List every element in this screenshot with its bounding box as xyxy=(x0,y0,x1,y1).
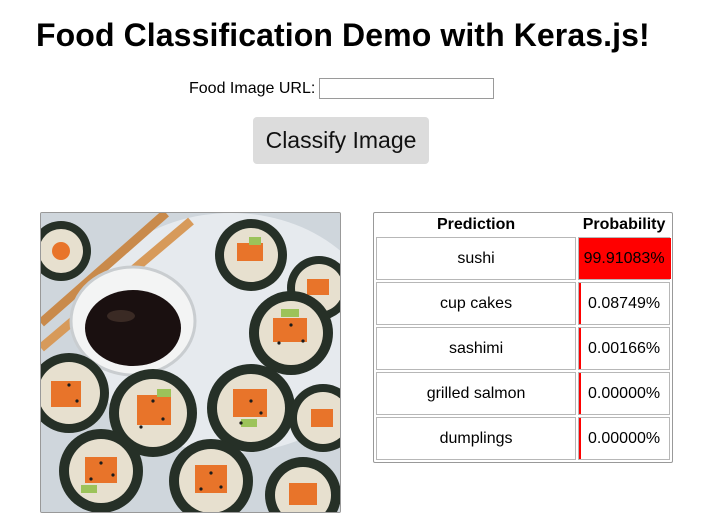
table-row: cup cakes 0.08749% xyxy=(376,282,670,325)
prediction-label: sushi xyxy=(376,237,577,280)
probability-value: 0.00000% xyxy=(588,384,661,402)
food-image-url-label: Food Image URL: xyxy=(189,79,316,97)
classify-image-button[interactable]: Classify Image xyxy=(253,117,429,164)
prediction-label: dumplings xyxy=(376,417,577,460)
probability-value: 0.08749% xyxy=(588,294,661,312)
url-form-row: Food Image URL: xyxy=(189,78,495,99)
probability-cell: 99.91083% xyxy=(578,237,671,280)
table-row: sashimi 0.00166% xyxy=(376,327,670,370)
probability-column-header: Probability xyxy=(582,216,666,233)
prediction-label: cup cakes xyxy=(376,282,577,325)
probability-bar xyxy=(579,418,582,459)
probability-value: 0.00166% xyxy=(588,339,661,357)
prediction-column-header: Prediction xyxy=(436,216,516,233)
table-row: dumplings 0.00000% xyxy=(376,417,670,460)
prediction-label: sashimi xyxy=(376,327,577,370)
probability-cell: 0.00000% xyxy=(578,417,670,460)
food-image xyxy=(40,212,341,513)
prediction-label: grilled salmon xyxy=(376,372,577,415)
results-table: Prediction Probability sushi 99.91083% c… xyxy=(373,212,673,463)
probability-bar xyxy=(579,373,582,414)
probability-cell: 0.00166% xyxy=(578,327,670,370)
probability-bar xyxy=(579,283,582,324)
probability-cell: 0.08749% xyxy=(578,282,670,325)
page-title: Food Classification Demo with Keras.js! xyxy=(36,17,650,53)
probability-value: 99.91083% xyxy=(583,249,665,267)
food-image-url-input[interactable] xyxy=(319,78,495,99)
table-row: grilled salmon 0.00000% xyxy=(376,372,670,415)
table-row: sushi 99.91083% xyxy=(376,237,671,280)
probability-bar xyxy=(579,328,582,369)
results-header-row: Prediction Probability xyxy=(376,215,670,235)
sushi-photo xyxy=(41,213,340,512)
probability-value: 0.00000% xyxy=(588,429,661,447)
probability-cell: 0.00000% xyxy=(578,372,670,415)
